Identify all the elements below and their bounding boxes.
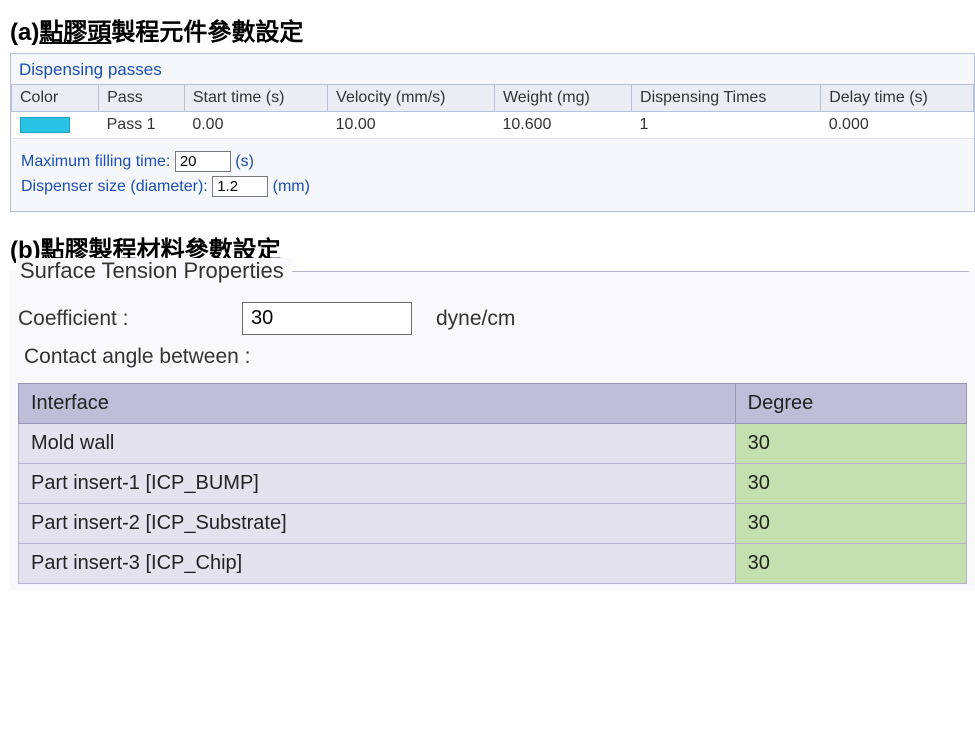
table-row[interactable]: Part insert-1 [ICP_BUMP] 30 — [19, 464, 967, 504]
dispensing-passes-table: Color Pass Start time (s) Velocity (mm/s… — [11, 84, 974, 139]
caption-a-rest: 製程元件參數設定 — [111, 19, 303, 46]
table-row[interactable]: Part insert-3 [ICP_Chip] 30 — [19, 544, 967, 584]
caption-a: (a)點膠頭製程元件參數設定 — [10, 12, 965, 47]
cell-interface[interactable]: Part insert-1 [ICP_BUMP] — [19, 464, 736, 504]
cell-degree[interactable]: 30 — [735, 544, 966, 584]
coefficient-input[interactable] — [242, 302, 412, 335]
cell-pass[interactable]: Pass 1 — [99, 112, 185, 139]
cell-weight[interactable]: 10.600 — [494, 112, 631, 139]
max-fill-label: Maximum filling time: — [21, 153, 170, 170]
cell-degree[interactable]: 30 — [735, 504, 966, 544]
col-weight[interactable]: Weight (mg) — [494, 85, 631, 112]
col-disptimes[interactable]: Dispensing Times — [632, 85, 821, 112]
col-pass[interactable]: Pass — [99, 85, 185, 112]
dispensing-passes-title: Dispensing passes — [11, 54, 974, 84]
surface-tension-legend: Surface Tension Properties — [16, 258, 292, 284]
col-velocity[interactable]: Velocity (mm/s) — [328, 85, 495, 112]
table-row[interactable]: Mold wall 30 — [19, 424, 967, 464]
cell-interface[interactable]: Part insert-2 [ICP_Substrate] — [19, 504, 736, 544]
cell-degree[interactable]: 30 — [735, 464, 966, 504]
cell-delay[interactable]: 0.000 — [821, 112, 974, 139]
table-row[interactable]: Part insert-2 [ICP_Substrate] 30 — [19, 504, 967, 544]
coefficient-unit: dyne/cm — [436, 307, 515, 331]
max-fill-unit: (s) — [235, 153, 254, 170]
caption-a-underlined: 點膠頭 — [39, 19, 111, 46]
cell-start[interactable]: 0.00 — [184, 112, 327, 139]
col-degree[interactable]: Degree — [735, 384, 966, 424]
col-interface[interactable]: Interface — [19, 384, 736, 424]
cell-interface[interactable]: Mold wall — [19, 424, 736, 464]
pass-color-swatch — [20, 117, 70, 133]
max-fill-input[interactable] — [175, 151, 231, 172]
dispenser-size-unit: (mm) — [273, 178, 310, 195]
contact-angle-label: Contact angle between : — [24, 345, 967, 369]
dispenser-size-input[interactable] — [212, 176, 268, 197]
table-row[interactable]: Pass 1 0.00 10.00 10.600 1 0.000 — [12, 112, 974, 139]
cell-velocity[interactable]: 10.00 — [328, 112, 495, 139]
surface-tension-panel: Surface Tension Properties Coefficient :… — [10, 271, 975, 590]
contact-angle-table: Interface Degree Mold wall 30 Part inser… — [18, 383, 967, 584]
cell-disptimes[interactable]: 1 — [632, 112, 821, 139]
col-delay[interactable]: Delay time (s) — [821, 85, 974, 112]
cell-color[interactable] — [12, 112, 99, 139]
cell-interface[interactable]: Part insert-3 [ICP_Chip] — [19, 544, 736, 584]
coefficient-label: Coefficient : — [18, 307, 218, 331]
dispenser-size-label: Dispenser size (diameter): — [21, 178, 208, 195]
caption-a-prefix: (a) — [10, 19, 39, 46]
dispensing-params: Maximum filling time: (s) Dispenser size… — [11, 139, 974, 211]
cell-degree[interactable]: 30 — [735, 424, 966, 464]
dispensing-passes-panel: Dispensing passes Color Pass Start time … — [10, 53, 975, 212]
col-start[interactable]: Start time (s) — [184, 85, 327, 112]
col-color[interactable]: Color — [12, 85, 99, 112]
